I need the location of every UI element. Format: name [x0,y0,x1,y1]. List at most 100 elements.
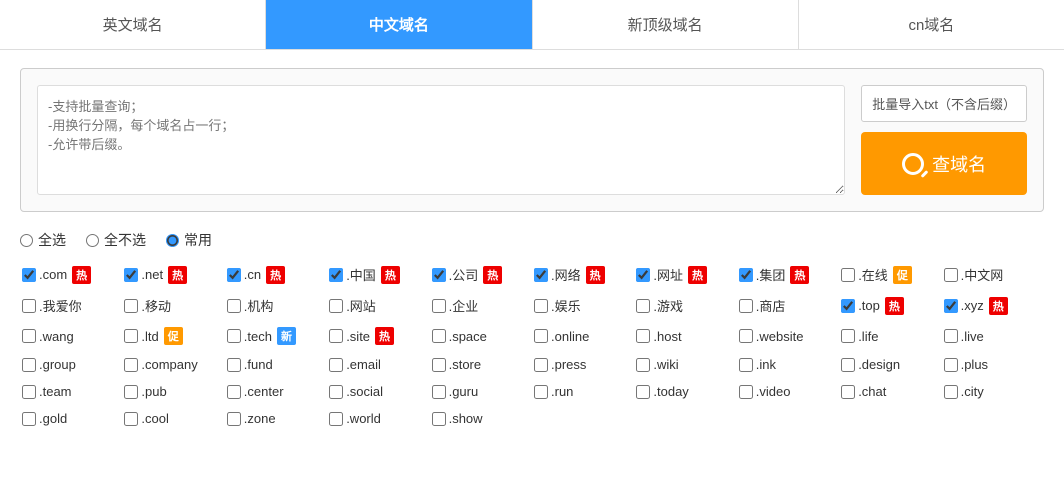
tld-checkbox[interactable] [944,358,958,372]
tld-checkbox[interactable] [329,299,343,313]
tld-badge: 热 [989,297,1008,315]
tld-checkbox[interactable] [841,299,855,313]
tld-item: .wiki [634,354,736,375]
tld-item: .video [737,381,839,402]
import-button[interactable]: 批量导入txt（不含后缀） [861,85,1027,122]
tld-checkbox[interactable] [944,268,958,282]
tld-checkbox[interactable] [227,412,241,426]
tld-checkbox[interactable] [227,299,241,313]
tld-checkbox[interactable] [22,385,36,399]
tab-chinese[interactable]: 中文域名 [266,0,532,49]
tld-item: .live [942,324,1044,348]
tld-checkbox[interactable] [739,358,753,372]
tld-checkbox[interactable] [739,329,753,343]
tld-name: .today [653,384,688,399]
tld-item: .guru [430,381,532,402]
tld-checkbox[interactable] [227,358,241,372]
tld-checkbox[interactable] [534,299,548,313]
tld-item: .online [532,324,634,348]
tld-checkbox[interactable] [636,268,650,282]
tld-checkbox[interactable] [739,268,753,282]
tld-item: .world [327,408,429,429]
tld-checkbox[interactable] [124,358,138,372]
tld-checkbox[interactable] [22,329,36,343]
tld-item: .net热 [122,262,224,287]
tld-name: .在线 [858,265,888,284]
tld-name: .移动 [141,296,171,315]
tld-checkbox[interactable] [432,299,446,313]
tld-checkbox[interactable] [841,268,855,282]
tld-checkbox[interactable] [227,268,241,282]
tld-checkbox[interactable] [432,412,446,426]
tab-english[interactable]: 英文域名 [0,0,266,49]
tld-item: .机构 [225,293,327,318]
tld-checkbox[interactable] [227,329,241,343]
tld-badge: 热 [168,266,187,284]
tld-badge: 热 [266,266,285,284]
tld-checkbox[interactable] [329,268,343,282]
tld-item: .show [430,408,532,429]
tld-checkbox[interactable] [944,385,958,399]
tld-checkbox[interactable] [739,299,753,313]
tld-checkbox[interactable] [329,329,343,343]
tld-checkbox[interactable] [841,385,855,399]
tld-item: .移动 [122,293,224,318]
tld-checkbox[interactable] [22,299,36,313]
deselect-all-option[interactable]: 全不选 [86,230,146,250]
tld-checkbox[interactable] [432,268,446,282]
options-row: 全选 全不选 常用 [20,230,1044,250]
tld-checkbox[interactable] [432,329,446,343]
tld-checkbox[interactable] [636,358,650,372]
tld-item: .city [942,381,1044,402]
tld-checkbox[interactable] [227,385,241,399]
tld-checkbox[interactable] [944,329,958,343]
tld-checkbox[interactable] [329,358,343,372]
tld-badge: 热 [381,266,400,284]
tld-badge: 热 [688,266,707,284]
search-button[interactable]: 查域名 [861,132,1027,195]
tld-badge: 热 [586,266,605,284]
tld-name: .company [141,357,197,372]
tab-cn[interactable]: cn域名 [799,0,1064,49]
tld-checkbox[interactable] [124,268,138,282]
tld-name: .email [346,357,381,372]
tld-checkbox[interactable] [124,329,138,343]
tld-checkbox[interactable] [124,299,138,313]
common-option[interactable]: 常用 [166,230,212,250]
tld-item: .space [430,324,532,348]
tld-checkbox[interactable] [534,385,548,399]
tld-checkbox[interactable] [841,329,855,343]
tld-checkbox[interactable] [432,385,446,399]
tld-checkbox[interactable] [636,385,650,399]
tld-item: .我爱你 [20,293,122,318]
tld-item: .cn热 [225,262,327,287]
tld-checkbox[interactable] [124,412,138,426]
tld-checkbox[interactable] [636,329,650,343]
tld-item: .com热 [20,262,122,287]
tab-newtld[interactable]: 新顶级域名 [533,0,799,49]
tld-checkbox[interactable] [22,358,36,372]
tld-checkbox[interactable] [636,299,650,313]
deselect-all-radio[interactable] [86,234,99,247]
tld-checkbox[interactable] [739,385,753,399]
tld-name: .cool [141,411,168,426]
select-all-option[interactable]: 全选 [20,230,66,250]
tld-checkbox[interactable] [534,268,548,282]
tld-checkbox[interactable] [944,299,958,313]
tld-checkbox[interactable] [329,412,343,426]
tld-checkbox[interactable] [329,385,343,399]
tld-checkbox[interactable] [22,268,36,282]
tld-badge: 热 [72,266,91,284]
tld-checkbox[interactable] [534,358,548,372]
select-all-radio[interactable] [20,234,33,247]
tld-checkbox[interactable] [432,358,446,372]
common-radio[interactable] [166,234,179,247]
tld-checkbox[interactable] [534,329,548,343]
tld-checkbox[interactable] [841,358,855,372]
tld-item: .design [839,354,941,375]
domain-input[interactable] [37,85,845,195]
tld-item: .email [327,354,429,375]
tld-name: .top [858,298,880,313]
tld-checkbox[interactable] [124,385,138,399]
tld-checkbox[interactable] [22,412,36,426]
